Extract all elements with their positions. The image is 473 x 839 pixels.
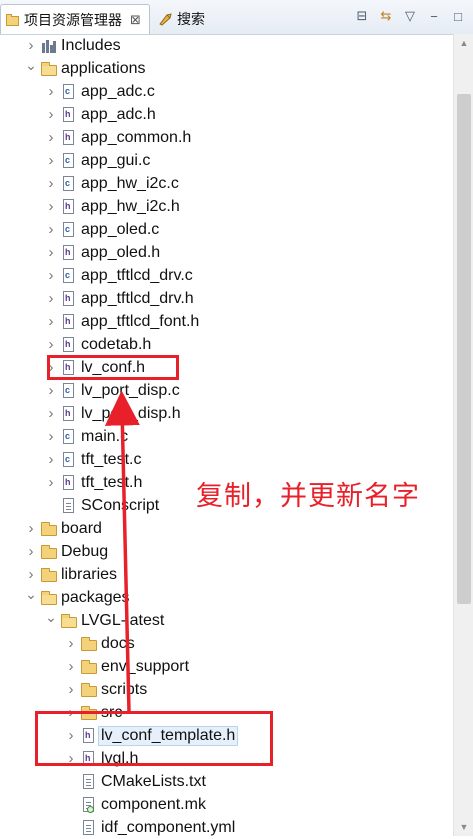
annotation-text: 复制，并更新名字 [196, 481, 420, 512]
annotation-arrow [104, 390, 140, 713]
